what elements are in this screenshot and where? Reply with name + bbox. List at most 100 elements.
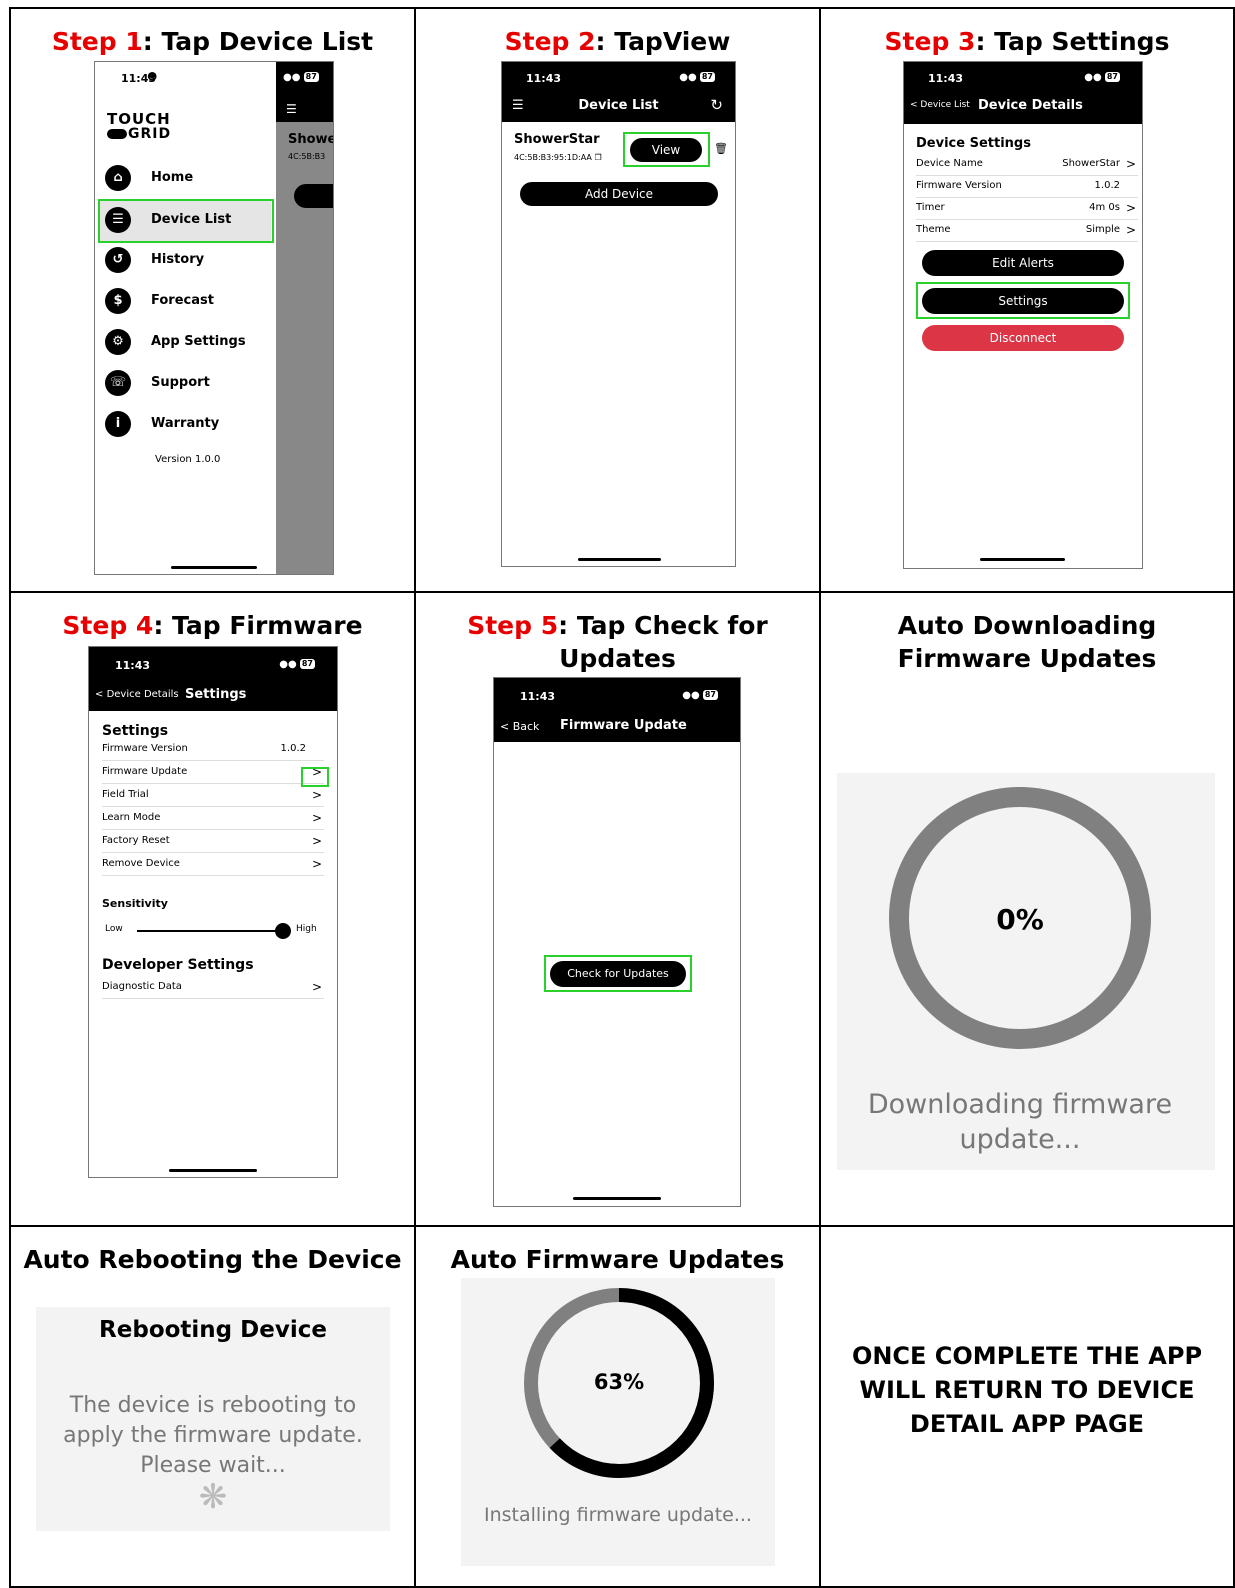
- final-cell: ONCE COMPLETE THE APP WILL RETURN TO DEV…: [819, 1225, 1235, 1588]
- menu-item-history[interactable]: ↺ History: [105, 241, 275, 281]
- chevron-right-icon: >: [311, 834, 322, 848]
- highlight-check-for-updates: [544, 955, 692, 992]
- install-percent: 63%: [593, 1370, 645, 1394]
- step1-cell: Step 1: Tap Device List ●● 87 ☰ Showe 4C…: [9, 7, 416, 593]
- sensitivity-slider[interactable]: [137, 923, 291, 939]
- reboot-panel: Rebooting Device The device is rebooting…: [36, 1307, 390, 1531]
- reboot-cell: Auto Rebooting the Device Rebooting Devi…: [9, 1225, 416, 1588]
- copy-icon[interactable]: ❐: [594, 153, 601, 162]
- peek-button[interactable]: [294, 184, 333, 208]
- row-label: Firmware Version: [916, 180, 1002, 191]
- gear-icon: ⚙: [105, 329, 131, 355]
- chevron-left-icon: <: [910, 100, 918, 110]
- step3-phone: 11:43 ●● 87 < Device List Device Details…: [903, 61, 1143, 569]
- row-value: ShowerStar: [1062, 158, 1120, 169]
- instruction-sheet: Step 1: Tap Device List ●● 87 ☰ Showe 4C…: [9, 7, 1235, 1588]
- settings-row[interactable]: Device Name ShowerStar >: [916, 154, 1138, 176]
- diagnostic-data-row[interactable]: Diagnostic Data >: [102, 977, 324, 999]
- settings-row[interactable]: Learn Mode >: [102, 808, 324, 830]
- download-status: Downloading firmware update...: [867, 1089, 1173, 1155]
- menu-item-forecast[interactable]: $ Forecast: [105, 282, 275, 322]
- back-link[interactable]: < Device Details: [95, 689, 179, 700]
- row-label: Firmware Update: [102, 766, 188, 777]
- highlight-device-list: [98, 199, 274, 243]
- page-title: Device Details: [978, 98, 1083, 113]
- toggle-logo-icon: [107, 129, 127, 139]
- page-title: Device List: [578, 98, 659, 113]
- row-value: 1.0.2: [1094, 180, 1120, 191]
- step3-cell: Step 3: Tap Settings 11:43 ●● 87 < Devic…: [819, 7, 1235, 593]
- home-indicator: [980, 558, 1065, 561]
- menu-item-support[interactable]: ☏ Support: [105, 364, 275, 404]
- info-icon: i: [105, 411, 131, 437]
- row-value: 4m 0s: [1089, 202, 1120, 213]
- step1-number: Step 1: [51, 27, 143, 56]
- status-icons: ●● 87: [279, 659, 315, 670]
- step4-cell: Step 4: Tap Firmware Update 11:43 ●● 87 …: [9, 591, 416, 1227]
- clock: 11:43: [526, 72, 562, 85]
- settings-row[interactable]: Firmware Update >: [102, 762, 324, 784]
- touchgrid-logo: TOUCH GRID: [107, 110, 172, 142]
- section-title: Settings: [102, 723, 169, 739]
- low-label: Low: [105, 924, 123, 934]
- refresh-icon[interactable]: ↻: [710, 96, 723, 114]
- step1-text: : Tap Device List: [142, 27, 374, 56]
- install-title: Auto Firmware Updates: [450, 1245, 785, 1274]
- highlight-firmware-update: [301, 767, 329, 787]
- edit-alerts-button[interactable]: Edit Alerts: [922, 250, 1124, 276]
- status-icons: ●● 87: [1084, 72, 1120, 83]
- row-label: Factory Reset: [102, 835, 170, 846]
- hamburger-icon[interactable]: ☰: [286, 102, 297, 116]
- peek-device-mac: 4C:5B:B3: [288, 152, 326, 161]
- download-panel: 0% Downloading firmware update...: [837, 773, 1215, 1170]
- home-indicator: [573, 1197, 661, 1200]
- settings-row[interactable]: Remove Device >: [102, 854, 324, 876]
- spinner-icon: ❋: [198, 1477, 228, 1517]
- back-link[interactable]: < Back: [500, 720, 539, 733]
- step4-phone: 11:43 ●● 87 < Device Details Settings Se…: [88, 646, 338, 1178]
- row-label: Remove Device: [102, 858, 180, 869]
- settings-row[interactable]: Factory Reset >: [102, 831, 324, 853]
- settings-row[interactable]: Theme Simple >: [916, 220, 1138, 242]
- step2-phone: 11:43 ●● 87 ☰ Device List ↻ ShowerStar 4…: [501, 61, 736, 567]
- row-label: Learn Mode: [102, 812, 161, 823]
- add-device-button[interactable]: Add Device: [520, 182, 718, 206]
- completion-message: ONCE COMPLETE THE APP WILL RETURN TO DEV…: [851, 1342, 1203, 1438]
- settings-row[interactable]: Timer 4m 0s >: [916, 198, 1138, 220]
- settings-row[interactable]: Field Trial >: [102, 785, 324, 807]
- slider-thumb[interactable]: [274, 923, 291, 939]
- drawer-overlay[interactable]: ●● 87 ☰ Showe 4C:5B:B3: [276, 62, 333, 574]
- nav-header: 11:43 ●● 87 < Device List Device Details: [904, 62, 1142, 124]
- download-title: Auto Downloading Firmware Updates: [897, 611, 1157, 673]
- step2-title: Step 2: TapView: [504, 27, 731, 56]
- chevron-right-icon: >: [311, 980, 322, 994]
- menu-item-warranty[interactable]: i Warranty: [105, 405, 275, 445]
- trash-icon[interactable]: 🗑: [714, 142, 728, 155]
- step2-cell: Step 2: TapView 11:43 ●● 87 ☰ Device Lis…: [414, 7, 821, 593]
- menu-item-app-settings[interactable]: ⚙ App Settings: [105, 323, 275, 363]
- settings-row: Firmware Version 1.0.2: [102, 739, 324, 761]
- device-mac-row: 4C:5B:B3:95:1D:AA ❐: [514, 153, 602, 162]
- row-label: Timer: [916, 202, 945, 213]
- back-link[interactable]: < Device List: [910, 100, 970, 110]
- nav-header: 11:43 ●● 87 ☰ Device List ↻: [502, 62, 735, 122]
- headset-icon: ☏: [105, 370, 131, 396]
- sensitivity-label: Sensitivity: [102, 897, 168, 910]
- status-icons: ●● 87: [679, 72, 715, 83]
- home-icon: ⌂: [105, 165, 131, 191]
- reboot-message: The device is rebooting to apply the fir…: [63, 1393, 363, 1478]
- row-value: Simple: [1085, 224, 1120, 235]
- developer-section-title: Developer Settings: [102, 957, 254, 973]
- row-label: Field Trial: [102, 789, 149, 800]
- disconnect-button[interactable]: Disconnect: [922, 325, 1124, 351]
- dollar-icon: $: [105, 288, 131, 314]
- reboot-box-title: Rebooting Device: [99, 1317, 327, 1343]
- row-label: Firmware Version: [102, 743, 188, 754]
- menu-item-home[interactable]: ⌂ Home: [105, 159, 275, 199]
- chevron-right-icon: >: [311, 788, 322, 802]
- highlight-settings: [916, 282, 1130, 319]
- settings-row: Firmware Version 1.0.2: [916, 176, 1138, 198]
- home-indicator: [171, 566, 257, 569]
- step5-title: Step 5: Tap Check for Updates: [467, 611, 768, 673]
- install-panel: 63% Installing firmware update...: [461, 1278, 775, 1566]
